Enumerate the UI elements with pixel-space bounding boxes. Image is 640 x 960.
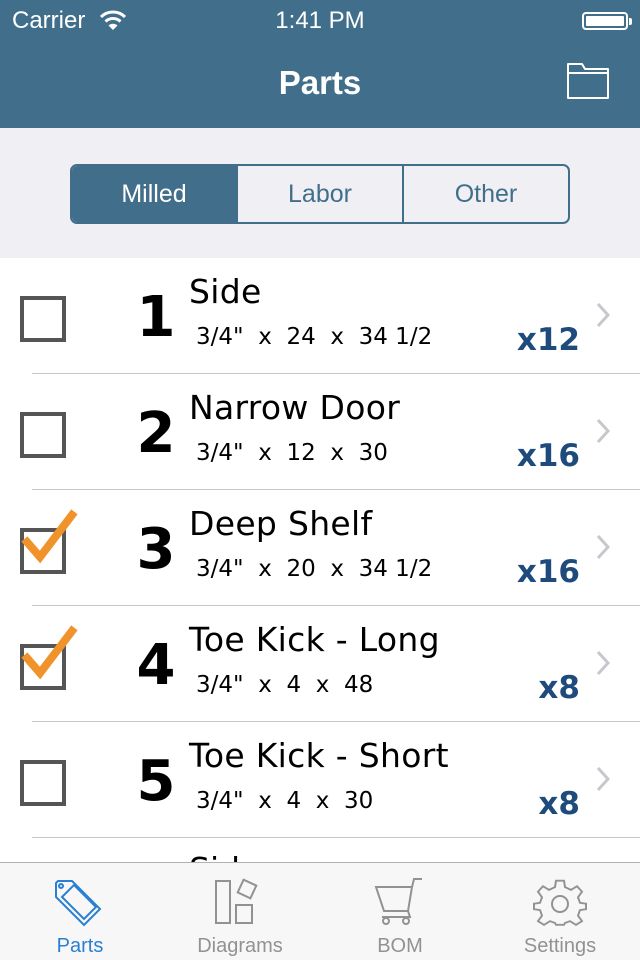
part-width: 24 <box>286 324 316 350</box>
chevron-right-icon <box>596 766 610 792</box>
part-dimensions: 3/4" x 12 x 30 <box>196 440 388 466</box>
part-number: 2 <box>136 401 176 466</box>
part-number: 5 <box>136 749 176 814</box>
part-quantity: x8 <box>538 786 580 822</box>
tab-diagrams-label: Diagrams <box>197 935 283 957</box>
segmented-control: Milled Labor Other <box>70 164 570 224</box>
tab-diagrams[interactable]: Diagrams <box>160 863 320 960</box>
part-number: 4 <box>136 633 176 698</box>
parts-list: 1 Side 3/4" x 24 x 34 1/2 x12 2 Narrow D… <box>0 258 640 838</box>
part-name: Deep Shelf <box>189 504 373 543</box>
part-number: 3 <box>136 517 176 582</box>
chevron-right-icon <box>596 650 610 676</box>
part-thickness: 3/4" <box>196 788 244 814</box>
chevron-right-icon <box>596 534 610 560</box>
part-length: 48 <box>343 672 374 698</box>
tag-icon <box>55 880 102 927</box>
part-name: Side <box>189 272 262 311</box>
tab-settings-label: Settings <box>523 935 597 957</box>
status-time: 1:41 PM <box>275 7 365 34</box>
part-dimensions: 3/4" x 20 x 34 1/2 <box>196 556 433 582</box>
part-width: 20 <box>286 556 316 582</box>
part-row[interactable]: 4 Toe Kick - Long 3/4" x 4 x 48 x8 <box>0 606 640 722</box>
part-checkbox[interactable] <box>20 760 66 806</box>
cart-icon <box>374 878 422 925</box>
page-title: Parts <box>278 64 362 101</box>
part-checkbox[interactable] <box>20 296 66 342</box>
part-thickness: 3/4" <box>196 556 244 582</box>
part-thickness: 3/4" <box>196 324 244 350</box>
part-width: 4 <box>286 672 302 698</box>
part-length: 34 1/2 <box>358 556 433 582</box>
part-quantity: x16 <box>516 554 580 590</box>
part-dimensions: 3/4" x 24 x 34 1/2 <box>196 324 433 350</box>
tab-bom[interactable]: BOM <box>320 863 480 960</box>
part-quantity: x16 <box>516 438 580 474</box>
tab-parts-label: Parts <box>56 935 104 957</box>
checkmark-icon <box>21 625 78 680</box>
part-width: 12 <box>286 440 316 466</box>
part-checkbox[interactable] <box>20 412 66 458</box>
folder-icon[interactable] <box>566 62 610 100</box>
part-dimensions: 3/4" x 4 x 30 <box>196 788 374 814</box>
gear-icon <box>533 879 587 926</box>
part-row[interactable]: 1 Side 3/4" x 24 x 34 1/2 x12 <box>0 258 640 374</box>
part-name: Toe Kick - Short <box>189 736 449 775</box>
tab-bar: Parts Diagrams BOM Settings <box>0 862 640 960</box>
part-number: 1 <box>136 285 176 350</box>
part-length: 30 <box>358 440 388 466</box>
part-row[interactable]: 2 Narrow Door 3/4" x 12 x 30 x16 <box>0 374 640 490</box>
part-length: 34 1/2 <box>358 324 433 350</box>
tab-settings[interactable]: Settings <box>480 863 640 960</box>
part-length: 30 <box>343 788 374 814</box>
part-dimensions: 3/4" x 4 x 48 <box>196 672 374 698</box>
part-row[interactable]: 5 Toe Kick - Short 3/4" x 4 x 30 x8 <box>0 722 640 838</box>
tab-parts[interactable]: Parts <box>0 863 160 960</box>
part-name: Toe Kick - Long <box>189 620 440 659</box>
checkmark-icon <box>21 509 78 564</box>
part-row[interactable]: 3 Deep Shelf 3/4" x 20 x 34 1/2 x16 <box>0 490 640 606</box>
part-thickness: 3/4" <box>196 440 244 466</box>
segment-milled[interactable]: Milled <box>72 166 236 222</box>
part-quantity: x12 <box>516 322 580 358</box>
segment-labor[interactable]: Labor <box>236 166 402 222</box>
segment-area: Milled Labor Other <box>0 128 640 258</box>
chevron-right-icon <box>596 302 610 328</box>
status-bar: Carrier 1:41 PM <box>0 0 640 40</box>
row-separator <box>32 837 640 838</box>
tab-bom-label: BOM <box>377 935 423 957</box>
chevron-right-icon <box>596 418 610 444</box>
battery-icon <box>582 12 632 30</box>
part-quantity: x8 <box>538 670 580 706</box>
diagrams-icon <box>215 878 258 924</box>
segment-other[interactable]: Other <box>402 166 568 222</box>
part-name: Narrow Door <box>189 388 401 427</box>
part-thickness: 3/4" <box>196 672 244 698</box>
part-width: 4 <box>286 788 302 814</box>
navigation-bar: Carrier 1:41 PM Parts <box>0 0 640 128</box>
